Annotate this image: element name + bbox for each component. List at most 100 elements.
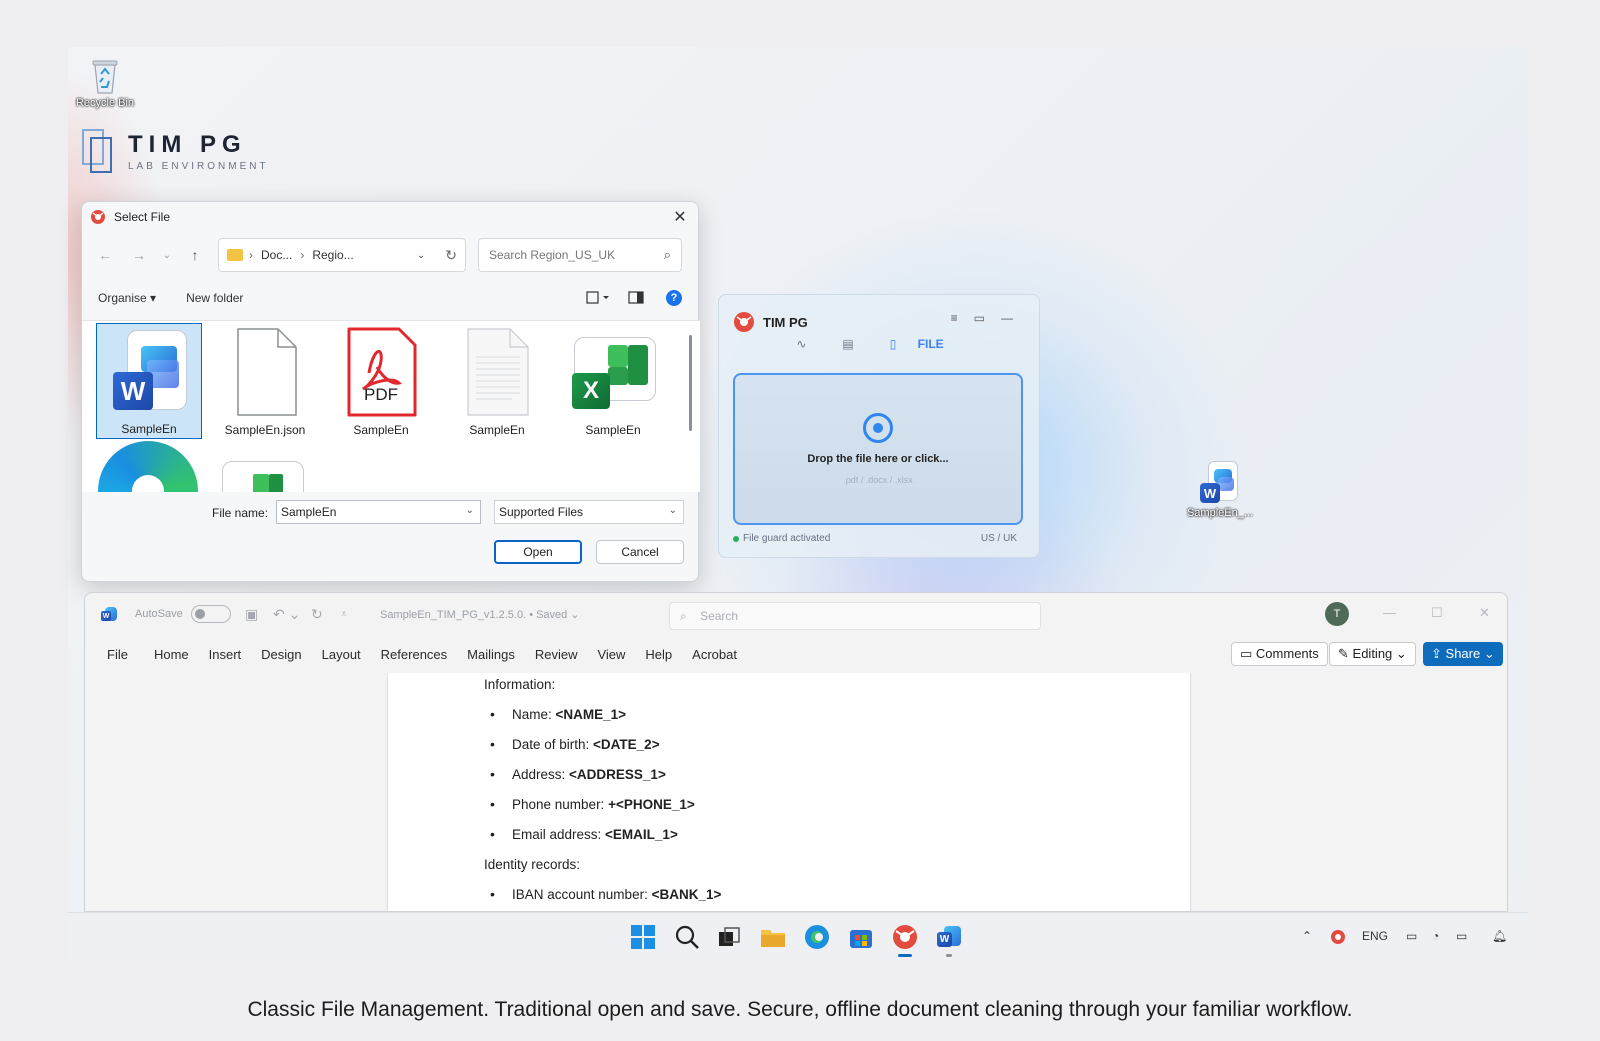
file-drop-zone[interactable]: Drop the file here or click... .pdf / .d… <box>733 373 1023 525</box>
tab-help[interactable]: Help <box>645 647 672 662</box>
comment-icon: ▭ <box>1240 646 1253 661</box>
file-item-sampleen-pdf[interactable]: PDF SampleEn <box>328 323 434 439</box>
help-icon[interactable]: ? <box>666 290 682 306</box>
file-item-sampleen-json[interactable]: SampleEn.json <box>212 323 318 439</box>
back-arrow-icon[interactable]: ← <box>92 242 118 268</box>
undo-icon[interactable]: ↶ ⌄ <box>273 606 300 623</box>
word-search-input[interactable]: ⌕ Search <box>669 602 1041 630</box>
tab-file[interactable]: ▯ FILE <box>890 337 962 351</box>
excel-file-icon: X <box>568 329 658 417</box>
close-icon[interactable]: ✕ <box>670 208 690 228</box>
brand-mark-icon <box>82 129 114 173</box>
minimize-icon[interactable]: — <box>1383 605 1396 620</box>
tab-view[interactable]: View <box>597 647 625 662</box>
document-title[interactable]: SampleEn_TIM_PG_v1.2.5.0. • Saved ⌄ <box>380 608 580 621</box>
file-item-spreadsheet-partial[interactable] <box>222 461 304 492</box>
activity-tab-icon[interactable]: ∿ <box>796 337 806 351</box>
show-hidden-icons-chevron-icon[interactable]: ⌃ <box>1302 929 1312 943</box>
folder-icon <box>227 249 243 261</box>
tab-references[interactable]: References <box>381 647 447 662</box>
list-item: IBAN account number: <BANK_1> <box>490 886 721 902</box>
word-taskbar-icon[interactable]: W <box>936 924 962 957</box>
word-app-icon: W <box>101 607 117 623</box>
minimize-icon[interactable]: — <box>1001 311 1013 325</box>
monitor-icon[interactable]: ▭ <box>974 311 985 325</box>
generic-file-icon <box>237 328 297 416</box>
caption: Classic File Management. Traditional ope… <box>247 998 1353 1021</box>
network-icon[interactable]: ◔ <box>1432 929 1439 943</box>
file-name: SampleEn <box>469 423 525 437</box>
new-folder-button[interactable]: New folder <box>186 291 243 305</box>
forward-arrow-icon[interactable]: → <box>126 242 152 268</box>
tim-pg-tray-icon[interactable] <box>1330 929 1346 948</box>
breadcrumb-documents[interactable]: Doc... <box>261 248 292 262</box>
edge-browser-icon[interactable] <box>804 924 830 950</box>
file-name-input[interactable]: SampleEn ⌄ <box>276 500 481 524</box>
chevron-down-icon[interactable]: ⌄ <box>417 250 425 261</box>
select-file-dialog: Select File ✕ ← → ⌄ ↑ › Doc... › Regio..… <box>81 201 700 582</box>
close-icon[interactable]: ✕ <box>1479 605 1490 621</box>
file-explorer-icon[interactable] <box>760 924 786 950</box>
cancel-button[interactable]: Cancel <box>596 540 684 564</box>
address-bar[interactable]: › Doc... › Regio... ⌄ ↻ <box>218 238 466 272</box>
file-list-scrollbar[interactable] <box>689 335 692 431</box>
file-item-edge-partial[interactable] <box>98 441 198 492</box>
tim-pg-taskbar-icon[interactable] <box>892 924 918 957</box>
list-item: Name: <NAME_1> <box>490 706 626 722</box>
redo-icon[interactable]: ↻ <box>311 606 323 623</box>
search-input[interactable]: Search Region_US_UK ⌕ <box>478 238 682 272</box>
tab-mailings[interactable]: Mailings <box>467 647 515 662</box>
tab-acrobat[interactable]: Acrobat <box>692 647 737 662</box>
tab-insert[interactable]: Insert <box>209 647 242 662</box>
path-separator-icon: › <box>249 248 253 262</box>
chevron-down-icon[interactable]: ⌄ <box>466 505 474 516</box>
display-icon[interactable]: ▭ <box>1406 929 1417 943</box>
file-type-select[interactable]: Supported Files ⌄ <box>494 500 684 524</box>
recent-locations-chevron-icon[interactable]: ⌄ <box>160 242 174 268</box>
dialog-title: Select File <box>114 210 171 224</box>
search-icon[interactable] <box>674 924 700 950</box>
list-item: Date of birth: <DATE_2> <box>490 736 660 752</box>
tab-review[interactable]: Review <box>535 647 578 662</box>
preview-pane-icon[interactable] <box>628 291 646 305</box>
store-icon[interactable] <box>848 924 874 950</box>
file-name-label: File name: <box>212 506 269 520</box>
tim-pg-app-icon <box>91 210 105 224</box>
taskbar: W ⌃ ENG ▭ ◔ ▭ 🔔︎ <box>68 912 1528 960</box>
tab-home[interactable]: Home <box>154 647 189 662</box>
share-button[interactable]: ⇪ Share ⌄ <box>1423 642 1503 666</box>
word-window: W AutoSave ▣ ↶ ⌄ ↻ ⩡ SampleEn_TIM_PG_v1.… <box>84 592 1508 912</box>
flag-icon[interactable]: ≡ <box>951 311 958 325</box>
view-options-icon[interactable] <box>586 291 609 305</box>
supported-types-text: .pdf / .docx / .xlsx <box>843 475 913 485</box>
editing-button[interactable]: ✎ Editing ⌄ <box>1329 642 1416 666</box>
refresh-icon[interactable]: ↻ <box>445 247 457 264</box>
maximize-icon[interactable]: ☐ <box>1431 605 1443 621</box>
battery-icon[interactable]: ▭ <box>1456 929 1467 943</box>
avatar[interactable]: T <box>1325 602 1349 626</box>
file-item-sampleen-text[interactable]: SampleEn <box>444 323 550 439</box>
comments-button[interactable]: ▭ Comments <box>1231 642 1328 666</box>
tab-design[interactable]: Design <box>261 647 301 662</box>
language-indicator[interactable]: ENG <box>1362 929 1388 943</box>
open-button[interactable]: Open <box>494 540 582 564</box>
up-arrow-icon[interactable]: ↑ <box>182 242 208 268</box>
word-document-desktop-icon[interactable]: W SampleEn_... <box>1180 461 1260 519</box>
breadcrumb-region[interactable]: Regio... <box>312 248 353 262</box>
notification-bell-icon[interactable]: 🔔︎ <box>1492 929 1507 943</box>
file-item-sampleen-word[interactable]: W SampleEn <box>96 323 202 439</box>
task-view-icon[interactable] <box>716 924 742 950</box>
customize-toolbar-icon[interactable]: ⩡ <box>341 609 347 620</box>
start-menu-icon[interactable] <box>630 924 656 950</box>
file-item-sampleen-excel[interactable]: X SampleEn <box>560 323 666 439</box>
recycle-bin-desktop-icon[interactable]: Recycle Bin <box>74 57 136 109</box>
tab-layout[interactable]: Layout <box>322 647 361 662</box>
organise-menu[interactable]: Organise ▾ <box>98 291 156 305</box>
document-page[interactable]: Information: Name: <NAME_1> Date of birt… <box>387 673 1191 911</box>
keyboard-tab-icon[interactable]: ▤ <box>842 337 853 351</box>
save-icon[interactable]: ▣ <box>245 606 258 623</box>
section-heading: Information: <box>484 677 556 692</box>
tab-file[interactable]: File <box>107 647 128 662</box>
brand-logo: TIM PG LAB ENVIRONMENT <box>82 129 269 173</box>
autosave-toggle[interactable] <box>191 605 231 623</box>
